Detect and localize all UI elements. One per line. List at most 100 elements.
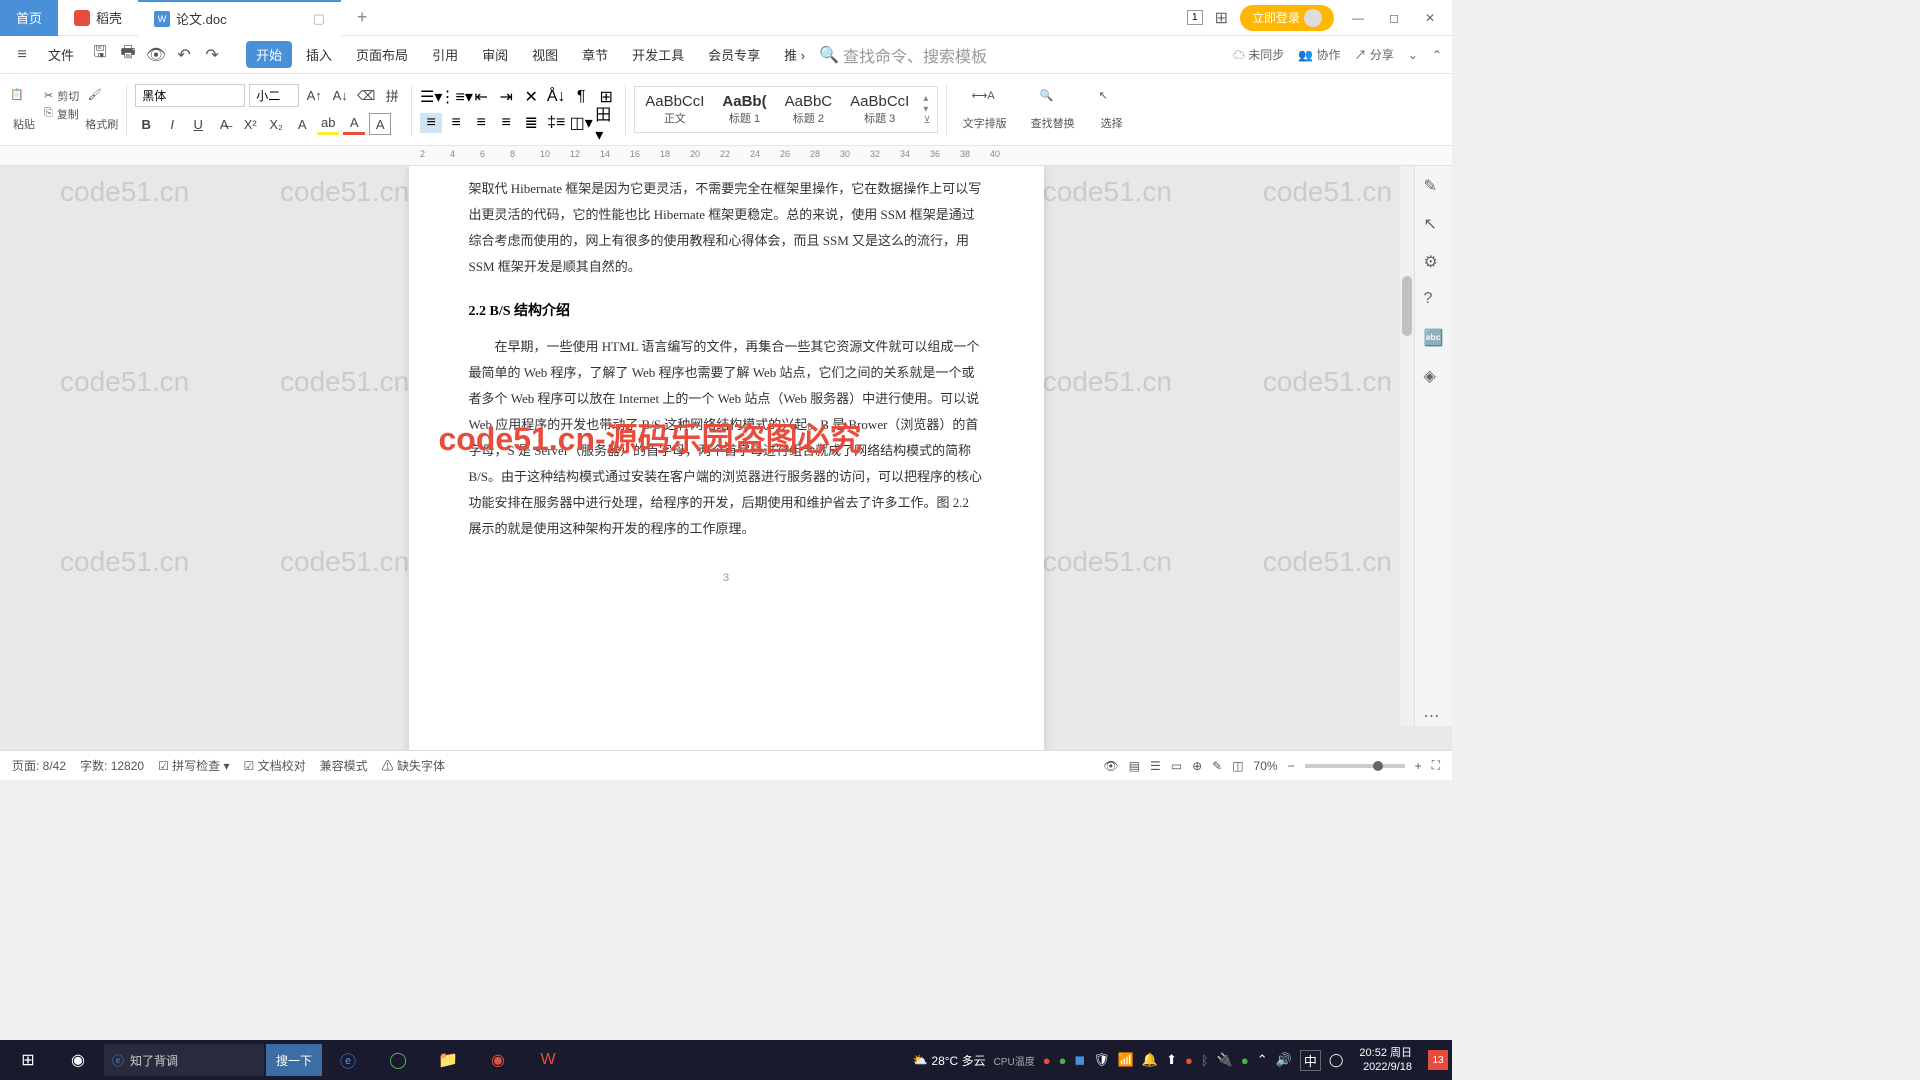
horizontal-ruler[interactable]: 2 4 6 8 10 12 14 16 18 20 22 24 26 28 30… <box>0 146 1452 166</box>
wps-taskbar-icon[interactable]: W <box>524 1041 572 1079</box>
qat-preview-icon[interactable]: 👁 <box>144 43 168 67</box>
spell-check[interactable]: ☑ 拼写检查 ▾ <box>158 757 229 774</box>
weather-widget[interactable]: ⛅ 28°C 多云 <box>912 1052 985 1069</box>
browser360-icon[interactable]: ◯ <box>374 1041 422 1079</box>
qat-undo-icon[interactable]: ↶ <box>172 43 196 67</box>
style-normal[interactable]: AaBbCcI 正文 <box>637 89 712 130</box>
paste-icon[interactable]: 📋 <box>10 88 38 116</box>
bold-button[interactable]: B <box>135 113 157 135</box>
tray-icon[interactable]: ● <box>1059 1053 1067 1068</box>
distribute-icon[interactable]: ≣ <box>520 113 542 133</box>
close-button[interactable]: ✕ <box>1418 6 1442 30</box>
styles-gallery[interactable]: AaBbCcI 正文 AaBb( 标题 1 AaBbC 标题 2 AaBbCcI… <box>634 86 937 133</box>
text-layout-button[interactable]: ⟷A 文字排版 <box>955 89 1015 131</box>
explorer-icon[interactable]: 📁 <box>424 1041 472 1079</box>
window-layout-icon[interactable]: 1 <box>1187 10 1203 25</box>
app-icon-1[interactable]: ◉ <box>474 1041 522 1079</box>
superscript-button[interactable]: X² <box>239 113 261 135</box>
view-read-icon[interactable]: ▭ <box>1171 759 1182 773</box>
select-button[interactable]: ↖ 选择 <box>1091 89 1133 131</box>
tray-usb-icon[interactable]: 🔌 <box>1217 1052 1233 1068</box>
edge-icon[interactable]: ⓔ <box>324 1041 372 1079</box>
view-draft-icon[interactable]: ✎ <box>1212 759 1222 773</box>
increase-indent-icon[interactable]: ⇥ <box>495 87 517 107</box>
show-marks-icon[interactable]: ¶ <box>570 87 592 107</box>
style-heading1[interactable]: AaBb( 标题 1 <box>714 89 774 130</box>
tray-chevron-icon[interactable]: ⌃ <box>1257 1052 1268 1068</box>
sync-status[interactable]: ☁ 未同步 <box>1233 46 1284 63</box>
menu-review[interactable]: 审阅 <box>472 41 518 68</box>
search-go-button[interactable]: 搜一下 <box>266 1044 322 1076</box>
sort-icon[interactable]: Å↓ <box>545 87 567 107</box>
command-search[interactable]: 🔍 查找命令、搜索模板 <box>819 43 987 67</box>
format-painter-icon[interactable]: 🖌 <box>88 88 116 116</box>
tab-shell[interactable]: 稻壳 <box>58 0 138 36</box>
style-heading3[interactable]: AaBbCcI 标题 3 <box>842 89 917 130</box>
share-button[interactable]: ↗ 分享 <box>1355 46 1394 63</box>
menu-chapter[interactable]: 章节 <box>572 41 618 68</box>
decrease-indent-icon[interactable]: ⇤ <box>470 87 492 107</box>
cursor-tool-icon[interactable]: ↖ <box>1424 214 1444 234</box>
document-area[interactable]: code51.cn code51.cn code51.cn code51.cn … <box>0 166 1452 750</box>
fullscreen-icon[interactable]: ⛶ <box>1432 758 1440 773</box>
align-center-icon[interactable]: ≡ <box>445 113 467 133</box>
pen-tool-icon[interactable]: ✎ <box>1424 176 1444 196</box>
taskbar-search[interactable]: ⓔ 知了背调 <box>104 1044 264 1076</box>
document-page[interactable]: 架取代 Hibernate 框架是因为它更灵活，不需要完全在框架里操作，它在数据… <box>409 166 1044 750</box>
menu-vip[interactable]: 会员专享 <box>698 41 770 68</box>
underline-button[interactable]: U <box>187 113 209 135</box>
cut-button[interactable]: ✂ 剪切 <box>44 88 79 104</box>
page-indicator[interactable]: 页面: 8/42 <box>12 757 66 774</box>
char-shading-icon[interactable]: A <box>369 113 391 135</box>
more-sidebar-icon[interactable]: ⋯ <box>1424 706 1444 726</box>
menu-view[interactable]: 视图 <box>522 41 568 68</box>
numbering-icon[interactable]: ⋮≡▾ <box>445 87 467 107</box>
asian-layout-icon[interactable]: ✕ <box>520 87 542 107</box>
apps-grid-icon[interactable]: ⊞ <box>1215 8 1228 28</box>
phonetic-icon[interactable]: 拼 <box>381 85 403 107</box>
settings-slider-icon[interactable]: ⚙ <box>1424 252 1444 272</box>
start-button[interactable]: ⊞ <box>4 1041 52 1079</box>
doc-proofing[interactable]: ☑ 文档校对 <box>244 757 306 774</box>
subscript-button[interactable]: X₂ <box>265 113 287 135</box>
menu-page-layout[interactable]: 页面布局 <box>346 41 418 68</box>
tab-home[interactable]: 首页 <box>0 0 58 36</box>
vertical-scrollbar[interactable] <box>1400 166 1414 726</box>
menu-devtools[interactable]: 开发工具 <box>622 41 694 68</box>
tab-window-icon[interactable]: ▢ <box>313 11 325 27</box>
tray-icon[interactable]: ● <box>1241 1053 1249 1068</box>
collab-button[interactable]: 👥 协作 <box>1298 46 1340 63</box>
styles-down-icon[interactable]: ▾ <box>923 104 930 115</box>
clear-format-icon[interactable]: ⌫ <box>355 85 377 107</box>
font-name-select[interactable]: 黑体 <box>135 84 245 107</box>
qat-print-icon[interactable]: 🖶 <box>116 43 140 67</box>
taskbar-clock[interactable]: 20:52 周日 2022/9/18 <box>1351 1046 1420 1075</box>
styles-up-icon[interactable]: ▴ <box>923 93 930 104</box>
tool-icon[interactable]: ◈ <box>1424 366 1444 386</box>
menu-more[interactable]: 推 › <box>774 41 815 68</box>
zoom-slider[interactable] <box>1305 764 1405 768</box>
menu-insert[interactable]: 插入 <box>296 41 342 68</box>
tray-bluetooth-icon[interactable]: ᛒ <box>1201 1053 1209 1068</box>
tray-icon[interactable]: ● <box>1185 1053 1193 1068</box>
highlight-icon[interactable]: ab <box>317 113 339 135</box>
view-outline-icon[interactable]: ☰ <box>1150 759 1161 773</box>
tab-add[interactable]: + <box>341 0 384 36</box>
compat-mode[interactable]: 兼容模式 <box>320 757 368 774</box>
dropdown-icon[interactable]: ⌄ <box>1408 48 1418 62</box>
maximize-button[interactable]: ◻ <box>1382 6 1406 30</box>
find-replace-button[interactable]: 🔍 查找替换 <box>1023 89 1083 131</box>
style-heading2[interactable]: AaBbC 标题 2 <box>777 89 841 130</box>
tray-icon[interactable]: ◯ <box>1329 1052 1344 1068</box>
tray-icon[interactable]: 🛡 <box>1093 1052 1110 1068</box>
menu-references[interactable]: 引用 <box>422 41 468 68</box>
collapse-ribbon-icon[interactable]: ⌃ <box>1432 48 1442 62</box>
translate-icon[interactable]: 🔤 <box>1424 328 1444 348</box>
tray-bell-icon[interactable]: 🔔 <box>1142 1052 1158 1068</box>
tab-document[interactable]: W 论文.doc ▢ <box>138 0 341 36</box>
login-button[interactable]: 立即登录 <box>1240 5 1334 31</box>
tray-icon[interactable]: ◼ <box>1074 1052 1085 1068</box>
tray-icon[interactable]: ⬆ <box>1166 1052 1177 1068</box>
strikethrough-button[interactable]: A̶ <box>213 113 235 135</box>
qat-save-icon[interactable]: 🖫 <box>88 43 112 67</box>
